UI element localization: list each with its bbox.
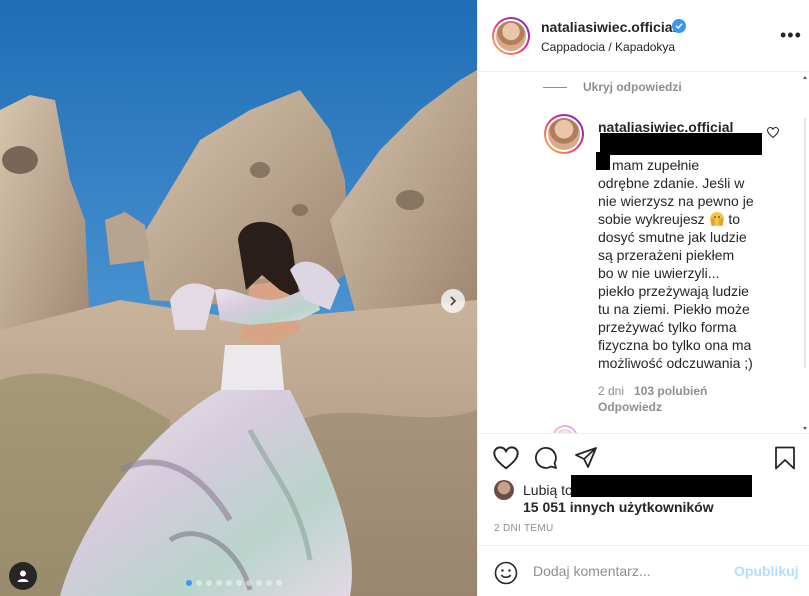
cappadocia-photo <box>0 0 477 596</box>
comment-input[interactable] <box>533 559 723 583</box>
reply-text-line: dosyć smutne jak ludzie <box>598 229 747 245</box>
liker-avatar[interactable] <box>494 480 514 500</box>
carousel-dot <box>206 580 212 586</box>
reply-meta: 2 dni 103 polubień <box>598 384 707 398</box>
post-timestamp[interactable]: 2 DNI TEMU <box>494 523 554 534</box>
redaction-bar <box>571 475 752 497</box>
divider-line <box>543 86 567 88</box>
hide-replies-button[interactable]: Ukryj odpowiedzi <box>543 80 682 94</box>
hide-replies-label: Ukryj odpowiedzi <box>583 80 682 94</box>
save-bookmark-icon[interactable] <box>774 446 796 470</box>
reply-text: mam zupełnie odrębne zdanie. Jeśli w nie… <box>598 156 758 372</box>
carousel-dot <box>266 580 272 586</box>
author-avatar[interactable] <box>492 17 530 55</box>
like-heart-icon[interactable] <box>493 446 519 470</box>
reply-text-line: fizyczna bo tylko ona ma <box>598 337 752 353</box>
author-username[interactable]: nataliasiwiec.official <box>541 19 676 35</box>
carousel-dot <box>256 580 262 586</box>
redaction-bar <box>600 133 762 155</box>
carousel-dot <box>196 580 202 586</box>
reply-text-line: mam zupełnie <box>612 157 700 173</box>
reply-button[interactable]: Odpowiedz <box>598 400 662 414</box>
reply-text-line: sobie wykreujesz to <box>598 210 758 228</box>
likes-count[interactable]: 15 051 innych użytkowników <box>523 499 714 515</box>
reply-text-line: piekło przeżywają ludzie <box>598 283 749 299</box>
chevron-right-icon <box>450 296 457 306</box>
likes-prefix: Lubią to <box>523 482 573 498</box>
reply-text-line: bo w nie uwierzyli... <box>598 265 720 281</box>
carousel-dot <box>186 580 192 586</box>
more-options-icon[interactable]: ••• <box>780 26 802 44</box>
like-comment-heart-icon[interactable] <box>767 127 779 138</box>
reply-text-segment: sobie wykreujesz <box>598 211 705 227</box>
next-comment-avatar[interactable] <box>552 425 578 433</box>
carousel-dot <box>216 580 222 586</box>
post-location[interactable]: Cappadocia / Kapadokya <box>541 40 675 54</box>
verified-badge-icon <box>672 19 686 33</box>
carousel-dot <box>226 580 232 586</box>
tagged-users-button[interactable] <box>9 562 37 590</box>
carousel-dot <box>276 580 282 586</box>
emoji-smiley-icon[interactable] <box>494 561 518 585</box>
carousel-indicator <box>186 580 282 586</box>
reply-text-line: są przerażeni piekłem <box>598 247 735 263</box>
reply-text-line: nie wierzysz na pewno je <box>598 193 754 209</box>
carousel-dot <box>246 580 252 586</box>
publish-button[interactable]: Opublikuj <box>734 563 799 579</box>
post-side-panel: nataliasiwiec.official Cappadocia / Kapa… <box>477 0 809 596</box>
post-image <box>0 0 477 596</box>
face-with-hands-emoji-icon <box>709 212 724 226</box>
comments-scrollbar[interactable] <box>802 73 808 433</box>
comment-bubble-icon[interactable] <box>534 446 558 470</box>
reply-text-line: tu na ziemi. Piekło może <box>598 301 750 317</box>
reply-text-line: możliwość odczuwania ;) <box>598 355 753 371</box>
post-header: nataliasiwiec.official Cappadocia / Kapa… <box>478 0 809 72</box>
reply-text-segment: to <box>728 211 741 227</box>
comments-list: Ukryj odpowiedzi nataliasiwiec.official … <box>478 73 798 433</box>
share-paper-plane-icon[interactable] <box>574 446 598 470</box>
reply-author-avatar[interactable] <box>544 114 584 154</box>
reply-likes[interactable]: 103 polubień <box>634 384 707 398</box>
reply-text-line: odrębne zdanie. Jeśli w <box>598 175 745 191</box>
next-image-button[interactable] <box>441 289 465 313</box>
user-icon <box>17 570 29 582</box>
reply-age[interactable]: 2 dni <box>598 384 624 398</box>
reply-text-line: przeżywać tylko forma <box>598 319 737 335</box>
carousel-dot <box>236 580 242 586</box>
add-comment-bar: Opublikuj <box>478 545 809 596</box>
